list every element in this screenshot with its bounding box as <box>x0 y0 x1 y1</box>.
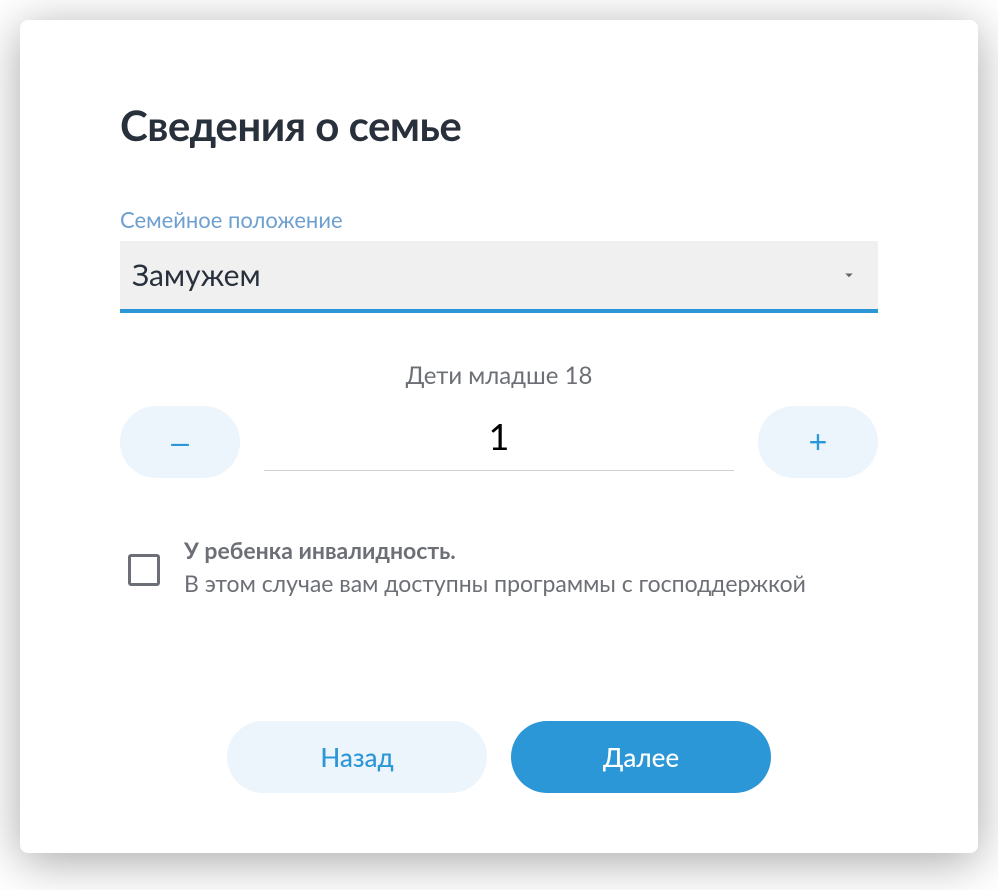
disability-checkbox-label: У ребенка инвалидность. В этом случае ва… <box>184 534 806 601</box>
disability-checkbox-label-line1: У ребенка инвалидность. <box>184 536 456 564</box>
actions-row: Назад Далее <box>120 721 878 793</box>
children-value-underline <box>264 470 734 471</box>
marital-status-select-wrapper: Замужем <box>120 241 878 313</box>
disability-checkbox[interactable] <box>128 554 160 586</box>
page-title: Сведения о семье <box>120 100 878 150</box>
children-value-wrapper: 1 <box>264 414 734 471</box>
children-stepper: – 1 + <box>120 406 878 478</box>
marital-status-select[interactable]: Замужем <box>120 241 878 313</box>
children-label: Дети младше 18 <box>120 361 878 390</box>
disability-checkbox-label-line2: В этом случае вам доступны программы с г… <box>184 569 806 597</box>
form-card: Сведения о семье Семейное положение Заму… <box>20 20 978 853</box>
marital-status-field: Семейное положение Замужем <box>120 206 878 313</box>
marital-status-label: Семейное положение <box>120 206 878 233</box>
back-button[interactable]: Назад <box>227 721 487 793</box>
children-stepper-section: Дети младше 18 – 1 + <box>120 361 878 478</box>
disability-checkbox-row: У ребенка инвалидность. В этом случае ва… <box>120 534 878 601</box>
next-button[interactable]: Далее <box>511 721 771 793</box>
children-decrement-button[interactable]: – <box>120 406 240 478</box>
children-value: 1 <box>264 414 734 470</box>
children-increment-button[interactable]: + <box>758 406 878 478</box>
